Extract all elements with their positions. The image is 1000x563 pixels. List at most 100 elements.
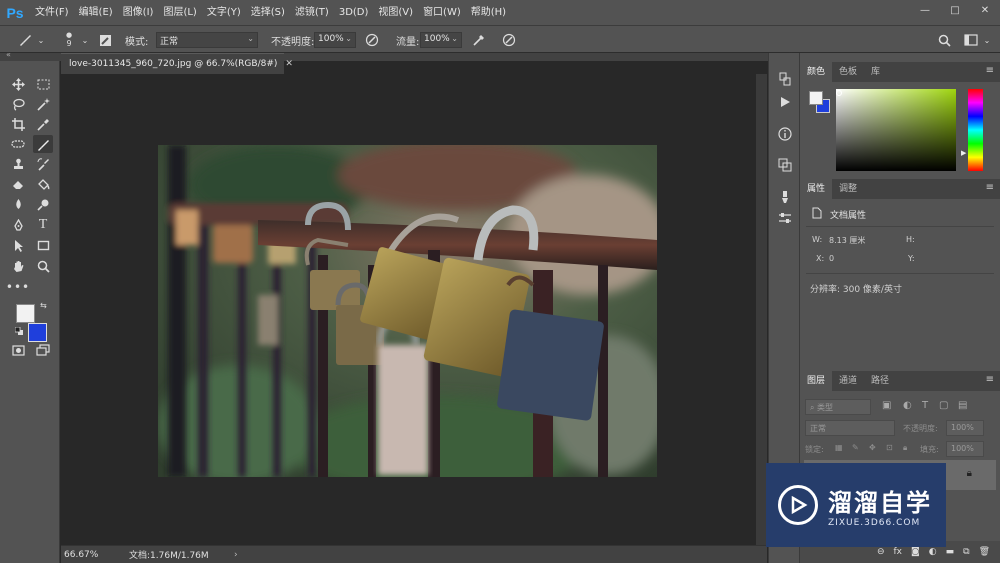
new-group-icon[interactable]: ▬	[946, 547, 955, 557]
color-picker-handle[interactable]	[836, 90, 842, 96]
layer-style-fx-icon[interactable]: fx	[894, 547, 903, 557]
flow-input[interactable]: 100% ⌄	[420, 32, 462, 48]
adjustment-layer-filter-icon[interactable]: ◐	[903, 400, 912, 411]
brush-tool-icon[interactable]	[33, 135, 53, 153]
menu-filter[interactable]: 滤镜(T)	[290, 0, 334, 25]
close-tab-icon[interactable]: ✕	[285, 59, 293, 69]
lock-position-icon[interactable]: ✥	[869, 443, 876, 452]
width-value[interactable]: 8.13 厘米	[829, 235, 865, 246]
info-icon[interactable]	[776, 125, 794, 143]
move-tool-icon[interactable]	[8, 75, 28, 93]
lasso-tool-icon[interactable]	[8, 95, 28, 113]
add-mask-icon[interactable]: ◙	[911, 547, 920, 557]
pressure-size-icon[interactable]	[500, 31, 518, 49]
brush-settings-icon[interactable]	[776, 188, 794, 206]
menu-window[interactable]: 窗口(W)	[418, 0, 466, 25]
status-menu-arrow-icon[interactable]: ›	[234, 550, 238, 560]
adjustments-sliders-icon[interactable]	[776, 209, 794, 227]
tab-layers[interactable]: 图层	[800, 371, 833, 391]
zoom-level[interactable]: 66.67%	[64, 550, 124, 560]
document-image[interactable]	[158, 145, 657, 477]
new-adjustment-icon[interactable]: ◐	[929, 547, 937, 557]
eraser-tool-icon[interactable]	[8, 175, 28, 193]
clone-stamp-tool-icon[interactable]	[8, 155, 28, 173]
collapse-arrows-icon[interactable]: «	[6, 50, 11, 59]
tab-adjustments[interactable]: 调整	[832, 179, 864, 199]
link-layers-icon[interactable]: ⊖	[877, 547, 885, 557]
brush-panel-icon[interactable]	[96, 31, 114, 49]
play-action-icon[interactable]	[776, 93, 794, 111]
smart-object-filter-icon[interactable]: ▤	[958, 400, 967, 411]
tab-properties[interactable]: 属性	[800, 179, 833, 199]
menu-edit[interactable]: 编辑(E)	[74, 0, 118, 25]
history-icon[interactable]	[776, 70, 794, 88]
color-field[interactable]	[836, 89, 956, 171]
eyedropper-tool-icon[interactable]	[33, 115, 53, 133]
more-tools-icon[interactable]: •••	[6, 278, 29, 296]
layer-filter-dropdown[interactable]: ⌕ 类型	[805, 399, 871, 415]
zoom-tool-icon[interactable]	[33, 257, 53, 275]
menu-file[interactable]: 文件(F)	[30, 0, 74, 25]
new-layer-icon[interactable]: ⧉	[963, 547, 969, 557]
mode-dropdown[interactable]: 正常 ⌄	[156, 32, 258, 48]
navigator-icon[interactable]	[776, 156, 794, 174]
shape-layer-filter-icon[interactable]: ▢	[939, 400, 948, 411]
airbrush-icon[interactable]	[470, 31, 488, 49]
hue-slider[interactable]	[968, 89, 983, 171]
magic-wand-tool-icon[interactable]	[33, 95, 53, 113]
default-colors-icon[interactable]	[14, 326, 23, 335]
close-button[interactable]: ✕	[970, 0, 1000, 20]
document-tab[interactable]: love-3011345_960_720.jpg @ 66.7%(RGB/8#)…	[61, 53, 293, 74]
search-icon[interactable]	[935, 31, 953, 49]
menu-type[interactable]: 文字(Y)	[202, 0, 246, 25]
chevron-down-icon[interactable]: ⌄	[32, 31, 50, 49]
tab-paths[interactable]: 路径	[864, 371, 896, 391]
hue-slider-marker-icon[interactable]: ▶	[961, 149, 966, 157]
lock-all-icon[interactable]: 🔒︎	[903, 443, 907, 453]
color-fg-swatch[interactable]	[809, 91, 823, 105]
blend-mode-dropdown[interactable]: 正常	[805, 420, 895, 436]
type-layer-filter-icon[interactable]: T	[922, 400, 928, 411]
panel-menu-icon[interactable]: ≡	[986, 182, 994, 193]
menu-select[interactable]: 选择(S)	[246, 0, 290, 25]
healing-brush-tool-icon[interactable]	[8, 135, 28, 153]
background-color-swatch[interactable]	[28, 323, 47, 342]
history-brush-tool-icon[interactable]	[33, 155, 53, 173]
quick-mask-icon[interactable]	[8, 341, 28, 359]
path-selection-tool-icon[interactable]	[8, 236, 28, 254]
foreground-color-swatch[interactable]	[16, 304, 35, 323]
crop-tool-icon[interactable]	[8, 115, 28, 133]
menu-3d[interactable]: 3D(D)	[334, 0, 374, 25]
tab-channels[interactable]: 通道	[832, 371, 864, 391]
lock-transparency-icon[interactable]: ▦	[835, 443, 843, 452]
pressure-opacity-icon[interactable]	[363, 31, 381, 49]
restore-button[interactable]: □	[940, 0, 970, 20]
pixel-layer-filter-icon[interactable]: ▣	[882, 400, 891, 411]
paint-bucket-tool-icon[interactable]	[33, 175, 53, 193]
chevron-down-icon[interactable]: ⌄	[978, 31, 996, 49]
lock-pixels-icon[interactable]: ✎	[852, 443, 859, 452]
delete-layer-icon[interactable]: 🗑︎	[979, 547, 990, 557]
marquee-tool-icon[interactable]	[33, 75, 53, 93]
dodge-tool-icon[interactable]	[33, 195, 53, 213]
rectangle-tool-icon[interactable]	[33, 236, 53, 254]
menu-view[interactable]: 视图(V)	[373, 0, 418, 25]
opacity-input[interactable]: 100% ⌄	[314, 32, 356, 48]
panel-menu-icon[interactable]: ≡	[986, 374, 994, 385]
fill-input[interactable]: 100%	[946, 441, 984, 457]
hand-tool-icon[interactable]	[8, 257, 28, 275]
tab-swatches[interactable]: 色板	[832, 62, 864, 82]
panel-menu-icon[interactable]: ≡	[986, 65, 994, 76]
swap-colors-icon[interactable]: ⇆	[40, 301, 47, 310]
chevron-down-icon[interactable]: ⌄	[76, 31, 94, 49]
lock-artboard-icon[interactable]: ⊡	[886, 443, 893, 452]
menu-image[interactable]: 图像(I)	[118, 0, 159, 25]
pen-tool-icon[interactable]	[8, 216, 28, 234]
tab-color[interactable]: 颜色	[800, 62, 833, 82]
blur-tool-icon[interactable]	[8, 195, 28, 213]
layer-opacity-input[interactable]: 100%	[946, 420, 984, 436]
type-tool-icon[interactable]: T	[33, 216, 53, 234]
minimize-button[interactable]: —	[910, 0, 940, 20]
menu-help[interactable]: 帮助(H)	[466, 0, 511, 25]
menu-layer[interactable]: 图层(L)	[158, 0, 201, 25]
